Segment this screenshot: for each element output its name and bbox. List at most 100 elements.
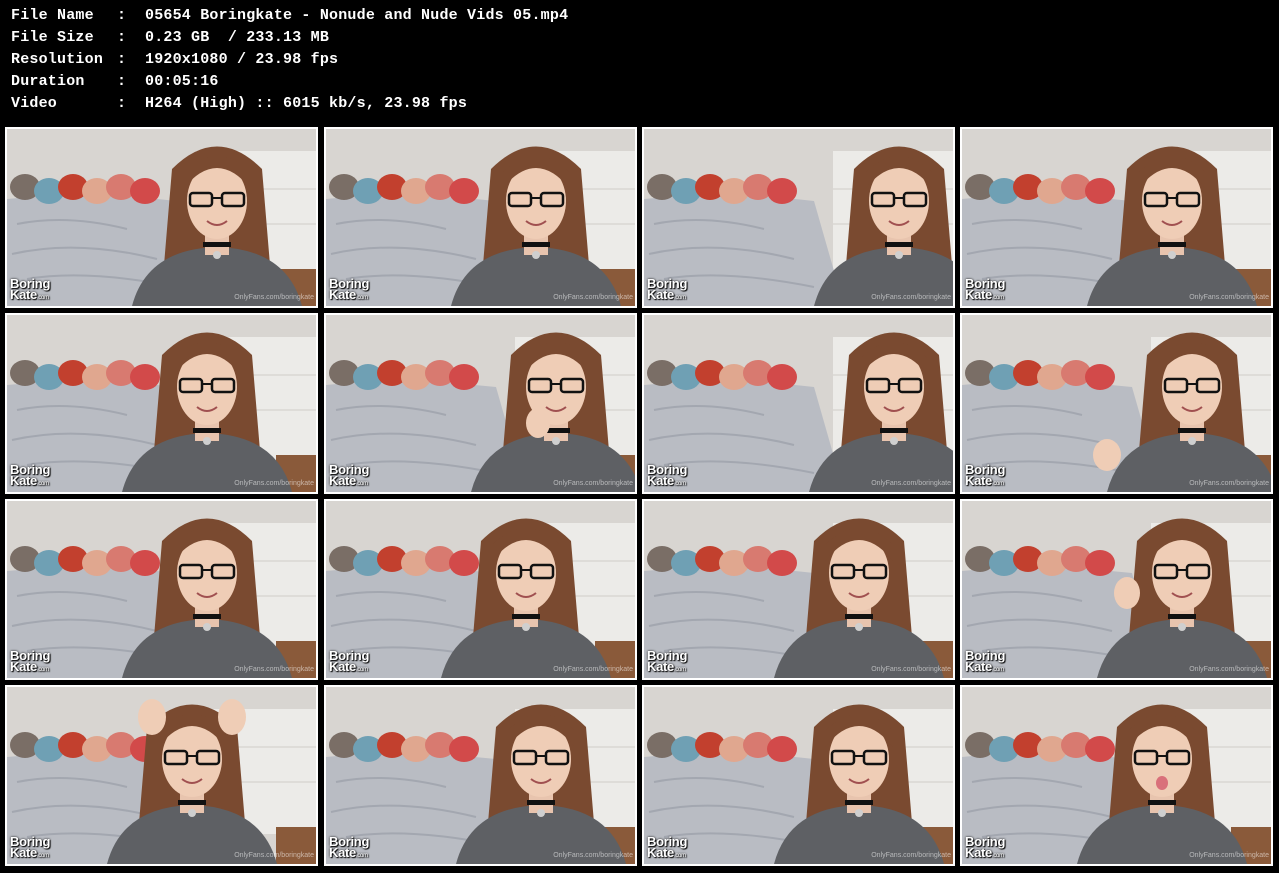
info-value-resolution: 1920x1080 / 23.98 fps (145, 51, 339, 68)
site-watermark: OnlyFans.com/boringkate (553, 666, 633, 673)
boringkate-logo: Boring Kate.com (965, 463, 1005, 490)
logo-line-2-text: Kate (329, 659, 356, 674)
info-value-file-size: 0.23 GB / 233.13 MB (145, 29, 330, 46)
site-watermark: OnlyFans.com/boringkate (234, 480, 314, 487)
thumbnail-frame-image (7, 687, 316, 864)
site-watermark: OnlyFans.com/boringkate (871, 480, 951, 487)
boringkate-logo: Boring Kate.com (329, 463, 369, 490)
site-watermark: OnlyFans.com/boringkate (1189, 852, 1269, 859)
logo-line-2-text: Kate (329, 287, 356, 302)
site-watermark: OnlyFans.com/boringkate (234, 294, 314, 301)
logo-suffix: .com (991, 295, 1004, 301)
logo-line-2: Kate.com (965, 660, 1005, 676)
video-thumbnail[interactable]: Boring Kate.com OnlyFans.com/boringkate (642, 127, 955, 308)
logo-line-2: Kate.com (10, 846, 50, 862)
video-thumbnail[interactable]: Boring Kate.com OnlyFans.com/boringkate (5, 499, 318, 680)
site-watermark: OnlyFans.com/boringkate (553, 294, 633, 301)
logo-suffix: .com (673, 853, 686, 859)
logo-line-2-text: Kate (10, 473, 37, 488)
logo-suffix: .com (36, 295, 49, 301)
logo-line-2-text: Kate (329, 845, 356, 860)
logo-line-2-text: Kate (647, 659, 674, 674)
thumbnail-frame-image (7, 129, 316, 306)
logo-suffix: .com (673, 667, 686, 673)
video-thumbnail[interactable]: Boring Kate.com OnlyFans.com/boringkate (5, 685, 318, 866)
logo-suffix: .com (991, 667, 1004, 673)
logo-suffix: .com (355, 853, 368, 859)
logo-line-2-text: Kate (10, 287, 37, 302)
video-thumbnail[interactable]: Boring Kate.com OnlyFans.com/boringkate (960, 127, 1273, 308)
boringkate-logo: Boring Kate.com (647, 463, 687, 490)
thumbnail-frame-image (644, 315, 953, 492)
site-watermark: OnlyFans.com/boringkate (234, 852, 314, 859)
boringkate-logo: Boring Kate.com (647, 277, 687, 304)
site-watermark: OnlyFans.com/boringkate (1189, 294, 1269, 301)
video-thumbnail[interactable]: Boring Kate.com OnlyFans.com/boringkate (960, 313, 1273, 494)
info-row-duration: Duration : 00:05:16 (11, 71, 1261, 93)
info-label: File Size (11, 29, 94, 46)
thumbnail-frame-image (962, 501, 1271, 678)
logo-line-2: Kate.com (647, 659, 687, 676)
video-thumbnail[interactable]: Boring Kate.com OnlyFans.com/boringkate (960, 685, 1273, 866)
boringkate-logo: Boring Kate.com (965, 277, 1005, 304)
site-watermark: OnlyFans.com/boringkate (871, 666, 951, 673)
boringkate-logo: Boring Kate.com (10, 835, 50, 862)
logo-line-2-text: Kate (965, 473, 992, 488)
info-value-video: H264 (High) :: 6015 kb/s, 23.98 fps (145, 95, 468, 112)
info-value-file-name: 05654 Boringkate - Nonude and Nude Vids … (145, 7, 569, 24)
thumbnail-frame-image (7, 501, 316, 678)
video-thumbnail[interactable]: Boring Kate.com OnlyFans.com/boringkate (642, 499, 955, 680)
thumbnail-frame-image (644, 501, 953, 678)
logo-suffix: .com (36, 481, 49, 487)
video-thumbnail[interactable]: Boring Kate.com OnlyFans.com/boringkate (5, 313, 318, 494)
boringkate-logo: Boring Kate.com (10, 649, 50, 676)
info-value-duration: 00:05:16 (145, 73, 219, 90)
info-label: Resolution (11, 51, 104, 68)
thumbnail-frame-image (326, 129, 635, 306)
site-watermark: OnlyFans.com/boringkate (553, 480, 633, 487)
thumbnail-grid: Boring Kate.com OnlyFans.com/boringkate Bor… (2, 124, 1277, 870)
info-row-file-size: File Size : 0.23 GB / 233.13 MB (11, 27, 1261, 49)
thumbnail-frame-image (326, 501, 635, 678)
logo-suffix: .com (36, 853, 49, 859)
video-thumbnail[interactable]: Boring Kate.com OnlyFans.com/boringkate (960, 499, 1273, 680)
info-label: Video (11, 95, 58, 112)
logo-line-2: Kate.com (647, 287, 687, 304)
logo-suffix: .com (991, 481, 1004, 487)
logo-suffix: .com (355, 481, 368, 487)
logo-suffix: .com (673, 295, 686, 301)
thumbnail-frame-image (962, 315, 1271, 492)
video-thumbnail[interactable]: Boring Kate.com OnlyFans.com/boringkate (642, 685, 955, 866)
thumbnail-frame-image (7, 315, 316, 492)
site-watermark: OnlyFans.com/boringkate (234, 666, 314, 673)
thumbnail-frame-image (962, 687, 1271, 864)
boringkate-logo: Boring Kate.com (965, 649, 1005, 676)
site-watermark: OnlyFans.com/boringkate (1189, 480, 1269, 487)
logo-suffix: .com (673, 481, 686, 487)
boringkate-logo: Boring Kate.com (329, 649, 369, 676)
logo-line-2: Kate.com (10, 287, 50, 304)
logo-line-2: Kate.com (329, 474, 369, 490)
video-thumbnail[interactable]: Boring Kate.com OnlyFans.com/boringkate (5, 127, 318, 308)
boringkate-logo: Boring Kate.com (10, 463, 50, 490)
logo-line-2: Kate.com (647, 846, 687, 862)
thumbnail-frame-image (326, 687, 635, 864)
video-thumbnail[interactable]: Boring Kate.com OnlyFans.com/boringkate (324, 313, 637, 494)
logo-line-2-text: Kate (647, 287, 674, 302)
logo-line-2: Kate.com (647, 473, 687, 490)
boringkate-logo: Boring Kate.com (647, 649, 687, 676)
site-watermark: OnlyFans.com/boringkate (553, 852, 633, 859)
video-thumbnail[interactable]: Boring Kate.com OnlyFans.com/boringkate (324, 685, 637, 866)
logo-line-2-text: Kate (965, 845, 992, 860)
video-thumbnail[interactable]: Boring Kate.com OnlyFans.com/boringkate (642, 313, 955, 494)
video-thumbnail[interactable]: Boring Kate.com OnlyFans.com/boringkate (324, 499, 637, 680)
video-thumbnail[interactable]: Boring Kate.com OnlyFans.com/boringkate (324, 127, 637, 308)
logo-line-2: Kate.com (10, 660, 50, 676)
logo-line-2-text: Kate (647, 473, 674, 488)
site-watermark: OnlyFans.com/boringkate (1189, 666, 1269, 673)
info-separator: : (117, 29, 127, 46)
logo-line-2: Kate.com (329, 845, 369, 862)
thumbnail-frame-image (326, 315, 635, 492)
site-watermark: OnlyFans.com/boringkate (871, 294, 951, 301)
thumbnail-frame-image (962, 129, 1271, 306)
